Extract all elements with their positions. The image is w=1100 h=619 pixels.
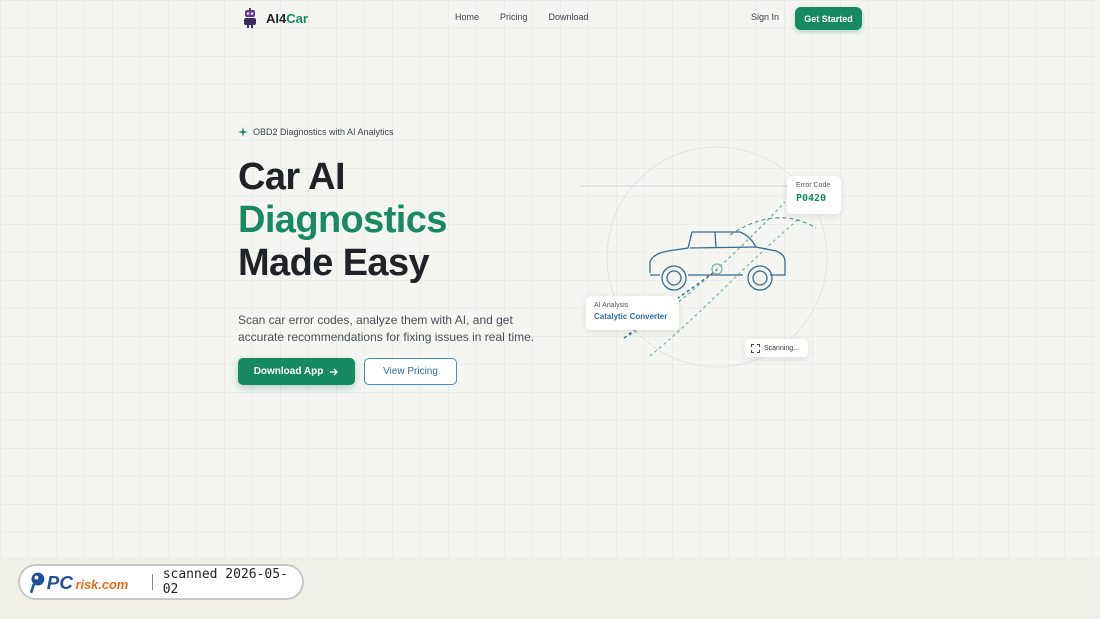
car-diagnostics-illustration (580, 146, 828, 368)
top-navbar: AI4Car Home Pricing Download Sign In Get… (0, 0, 1100, 36)
hero-title-line1: Car AI (238, 156, 346, 198)
nav-home[interactable]: Home (455, 12, 479, 22)
arrow-right-icon (330, 368, 339, 375)
hero-title-line3: Made Easy (238, 242, 430, 284)
ai-analysis-label: AI Analysis (594, 302, 629, 309)
hero-title-line2: Diagnostics (238, 199, 447, 241)
watermark-separator (151, 574, 153, 590)
nav-download[interactable]: Download (549, 12, 589, 22)
error-code-card: Error Code P0420 (787, 176, 841, 214)
error-code-label: Error Code (796, 182, 831, 189)
hero-title: Car AI Diagnostics Made Easy (238, 156, 447, 285)
get-started-button[interactable]: Get Started (795, 7, 862, 30)
scanning-status: Scanning... (745, 339, 808, 357)
error-code-value: P0420 (796, 193, 827, 204)
hero-badge-text: OBD2 Diagnostics with AI Analytics (253, 127, 394, 137)
sign-in-link[interactable]: Sign In (751, 12, 779, 22)
nav-pricing[interactable]: Pricing (500, 12, 528, 22)
ai-analysis-card: AI Analysis Catalytic Converter (586, 296, 679, 330)
car-outline-icon (649, 231, 786, 291)
svg-text:risk.com: risk.com (75, 577, 128, 592)
download-app-label: Download App (253, 366, 324, 377)
scanning-text: Scanning... (764, 344, 800, 352)
download-app-button[interactable]: Download App (238, 358, 355, 385)
scan-frame-icon (751, 343, 760, 353)
hero-description: Scan car error codes, analyze them with … (238, 313, 535, 344)
pcrisk-logo-icon: PC risk.com (30, 572, 128, 594)
sparkle-icon (238, 127, 248, 137)
watermark-text: scanned 2026-05-02 (162, 567, 288, 597)
view-pricing-button[interactable]: View Pricing (364, 358, 457, 385)
main-nav: Home Pricing Download (455, 12, 610, 22)
hero-badge: OBD2 Diagnostics with AI Analytics (238, 127, 394, 137)
svg-text:PC: PC (47, 572, 74, 593)
robot-logo-icon (244, 8, 256, 28)
brand-logo[interactable]: AI4Car (242, 8, 308, 28)
brand-name: AI4Car (266, 10, 308, 26)
pcrisk-watermark: PC risk.com scanned 2026-05-02 (18, 564, 304, 600)
ai-analysis-value: Catalytic Converter (594, 312, 668, 321)
